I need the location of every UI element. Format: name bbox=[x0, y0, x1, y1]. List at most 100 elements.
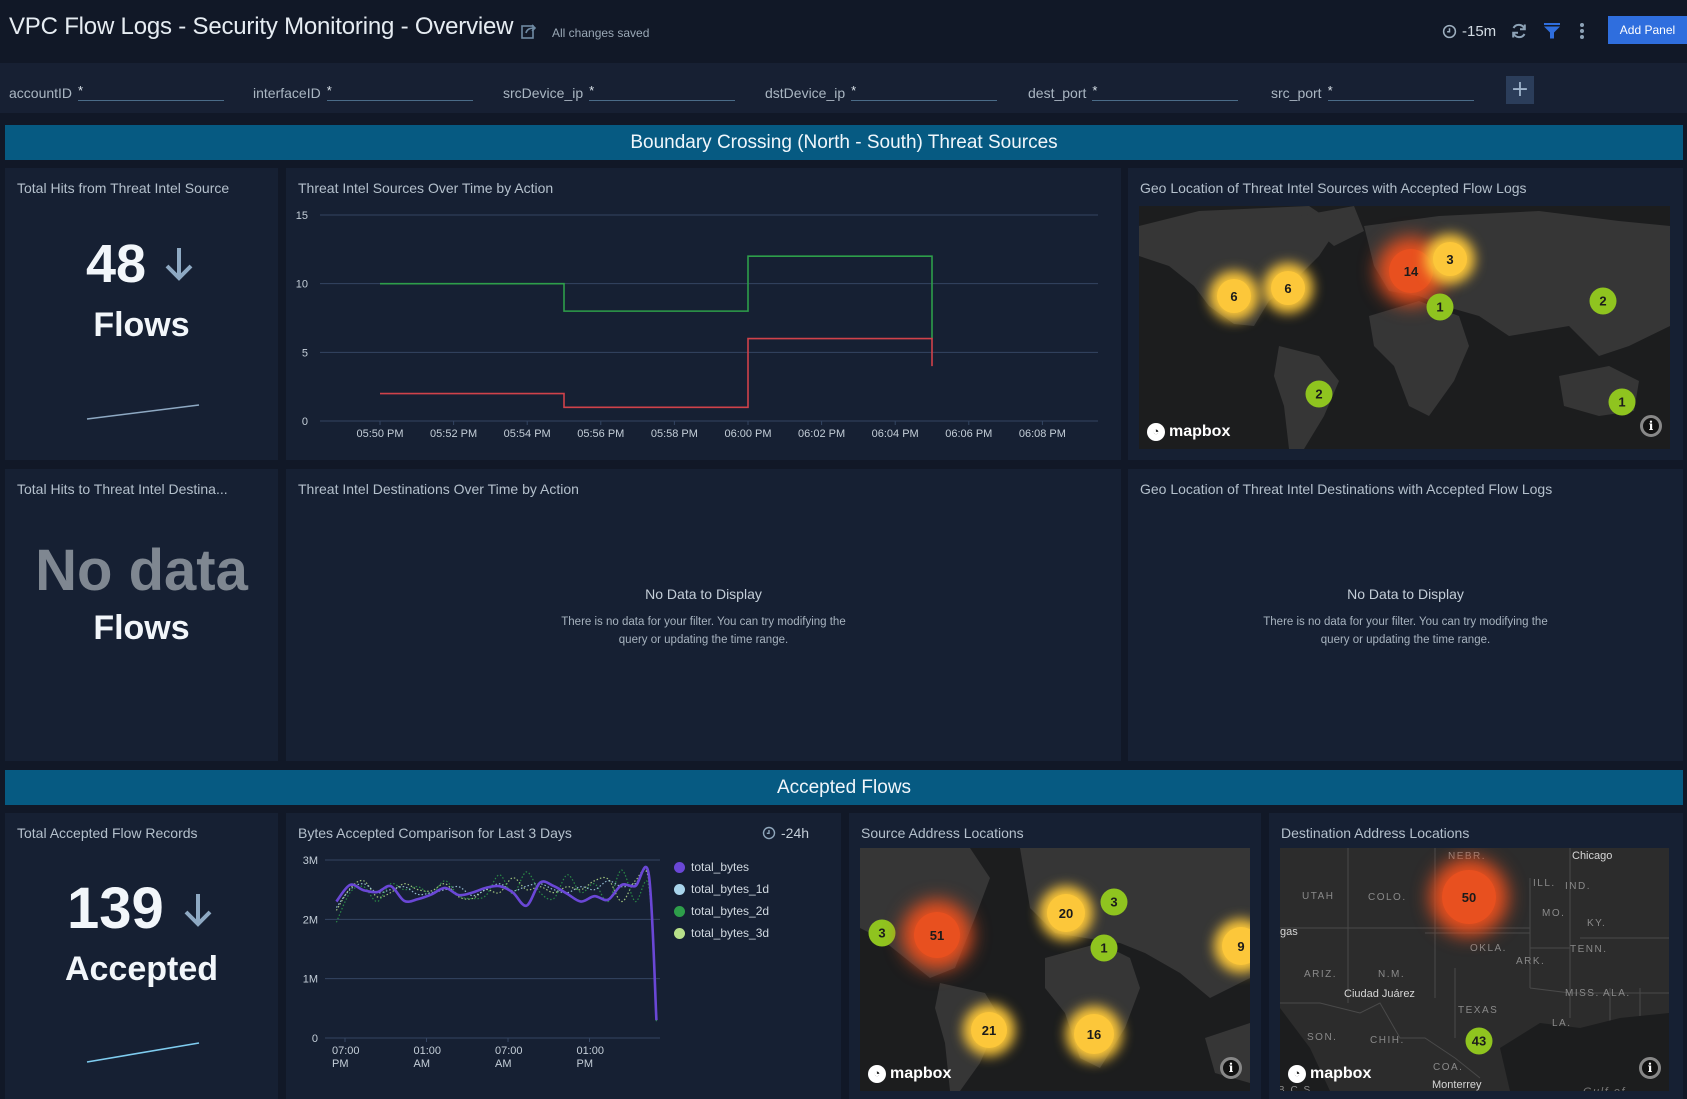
world-map[interactable]: ◔ mapbox i 3 51 20 3 1 9 21 16 bbox=[860, 848, 1250, 1091]
map-cluster-marker[interactable]: 2 bbox=[1589, 287, 1617, 315]
time-range-selector[interactable]: -15m bbox=[1442, 23, 1496, 40]
panel-total-hits-dest: Total Hits to Threat Intel Destina... No… bbox=[5, 469, 278, 761]
map-cluster-marker[interactable]: 2 bbox=[1305, 380, 1333, 408]
map-region-label: UTAH bbox=[1302, 891, 1335, 902]
panel-source-locations: Source Address Locations ◔ mapbox i 3 51 20… bbox=[849, 813, 1261, 1099]
clock-icon bbox=[1442, 24, 1457, 39]
map-cluster-marker[interactable]: 1 bbox=[1608, 388, 1636, 416]
panel-geo-sources: Geo Location of Threat Intel Sources wit… bbox=[1128, 168, 1683, 460]
map-region-label: CHIH. bbox=[1370, 1035, 1405, 1046]
y-tick-label: 10 bbox=[296, 279, 308, 291]
unit-label: Flows bbox=[93, 306, 190, 344]
filter-srcdevice-ip: srcDevice_ip bbox=[503, 79, 736, 101]
x-tick-label-ampm: AM bbox=[414, 1058, 431, 1070]
x-tick-label: 06:00 PM bbox=[724, 428, 771, 440]
legend-item[interactable]: total_bytes_2d bbox=[674, 904, 769, 918]
mapbox-text: mapbox bbox=[1169, 423, 1231, 440]
interfaceid-input[interactable] bbox=[326, 81, 473, 101]
filter-label: accountID bbox=[9, 85, 73, 101]
x-tick-label: 06:06 PM bbox=[945, 428, 992, 440]
mapbox-logo: ◔ mapbox bbox=[1288, 1065, 1371, 1083]
series-line-total_bytes_2d[interactable] bbox=[335, 869, 658, 1022]
map-cluster-marker[interactable]: 1 bbox=[1426, 293, 1454, 321]
map-info-icon[interactable]: i bbox=[1639, 1057, 1661, 1079]
map-cluster-marker[interactable]: 14 bbox=[1389, 249, 1433, 293]
x-tick-label: 05:56 PM bbox=[577, 428, 624, 440]
map-cluster-marker[interactable]: 20 bbox=[1047, 894, 1085, 932]
filter-bar: accountID interfaceID srcDevice_ip dstDe… bbox=[0, 63, 1687, 113]
x-tick-label: 07:00 bbox=[495, 1045, 523, 1057]
x-tick-label: 05:52 PM bbox=[430, 428, 477, 440]
filter-dstdevice-ip: dstDevice_ip bbox=[765, 79, 998, 101]
panel-title: Total Hits to Threat Intel Destina... bbox=[17, 481, 228, 497]
x-tick-label: 01:00 bbox=[577, 1045, 605, 1057]
map-cluster-marker[interactable]: 43 bbox=[1465, 1027, 1493, 1055]
panel-title: Geo Location of Threat Intel Destination… bbox=[1140, 481, 1553, 497]
map-land bbox=[1139, 206, 1670, 449]
legend-item[interactable]: total_bytes bbox=[674, 860, 749, 874]
filter-icon[interactable] bbox=[1543, 22, 1561, 40]
us-region-map[interactable]: NEBR. UTAH COLO. ILL. IND. MO. KY. OKLA. TENN. AR… bbox=[1280, 848, 1669, 1091]
dest-port-input[interactable] bbox=[1092, 81, 1239, 101]
y-tick-label: 3M bbox=[303, 855, 318, 867]
srcdevice-ip-input[interactable] bbox=[589, 81, 736, 101]
map-cluster-marker[interactable]: 1 bbox=[1090, 934, 1118, 962]
y-tick-label: 0 bbox=[312, 1033, 318, 1045]
x-tick-label: 05:54 PM bbox=[504, 428, 551, 440]
map-info-icon[interactable]: i bbox=[1640, 415, 1662, 437]
single-value: 48 bbox=[5, 233, 278, 295]
share-icon[interactable] bbox=[520, 22, 538, 40]
more-options-icon[interactable] bbox=[1576, 21, 1588, 41]
map-region-label: OKLA. bbox=[1470, 943, 1507, 954]
map-region-label: ARK. bbox=[1516, 956, 1546, 967]
y-tick-label: 1M bbox=[303, 974, 318, 986]
panel-title: Total Accepted Flow Records bbox=[17, 825, 198, 841]
legend-color-dot bbox=[674, 883, 685, 895]
dstdevice-ip-input[interactable] bbox=[851, 81, 998, 101]
src-port-input[interactable] bbox=[1327, 81, 1474, 101]
map-city-label: Monterrey bbox=[1432, 1079, 1482, 1091]
map-cluster-marker[interactable]: 16 bbox=[1074, 1014, 1114, 1054]
y-tick-label: 15 bbox=[296, 210, 308, 222]
accountid-input[interactable] bbox=[78, 81, 225, 101]
no-data-title: No Data to Display bbox=[645, 586, 762, 602]
filter-dest-port: dest_port bbox=[1028, 79, 1239, 101]
map-region-label: ALA. bbox=[1603, 988, 1631, 999]
map-cluster-marker[interactable]: 3 bbox=[868, 919, 896, 947]
map-region-label: IND. bbox=[1565, 881, 1591, 892]
dashboard-title: VPC Flow Logs - Security Monitoring - Ov… bbox=[9, 13, 514, 40]
map-cluster-marker[interactable]: 51 bbox=[914, 912, 960, 958]
mapbox-logo: ◔ mapbox bbox=[868, 1065, 951, 1083]
mapbox-text: mapbox bbox=[1310, 1065, 1372, 1082]
map-cluster-marker[interactable]: 6 bbox=[1271, 271, 1305, 305]
unit-label: Accepted bbox=[64, 950, 219, 988]
mapbox-text: mapbox bbox=[890, 1065, 952, 1082]
x-tick-label-ampm: PM bbox=[577, 1058, 594, 1070]
legend-item[interactable]: total_bytes_3d bbox=[674, 926, 769, 940]
add-filter-button[interactable]: + bbox=[1506, 76, 1534, 104]
map-region-label: N.M. bbox=[1378, 969, 1406, 980]
map-cluster-marker[interactable]: 3 bbox=[1433, 242, 1467, 276]
world-map[interactable]: ◔ mapbox i 6 6 14 3 1 2 2 1 bbox=[1139, 206, 1670, 449]
map-cluster-marker[interactable]: 50 bbox=[1442, 870, 1496, 924]
section-header-accepted-flows: Accepted Flows bbox=[5, 770, 1683, 805]
legend-label: total_bytes_2d bbox=[691, 904, 770, 918]
mapbox-icon: ◔ bbox=[1147, 423, 1165, 441]
add-panel-button[interactable]: Add Panel bbox=[1608, 16, 1687, 44]
y-tick-label: 5 bbox=[302, 347, 308, 359]
refresh-icon[interactable] bbox=[1510, 22, 1528, 40]
legend-item[interactable]: total_bytes_1d bbox=[674, 882, 769, 896]
x-tick-label: 05:58 PM bbox=[651, 428, 698, 440]
series-line-rejected[interactable] bbox=[380, 337, 933, 409]
map-info-icon[interactable]: i bbox=[1220, 1057, 1242, 1079]
panel-title: Total Hits from Threat Intel Source bbox=[17, 180, 230, 196]
map-cluster-marker[interactable]: 6 bbox=[1217, 279, 1251, 313]
map-cluster-marker[interactable]: 3 bbox=[1100, 888, 1128, 916]
legend-color-dot bbox=[674, 861, 685, 873]
panel-total-hits-source: Total Hits from Threat Intel Source 48 F… bbox=[5, 168, 278, 460]
map-cluster-marker[interactable]: 21 bbox=[971, 1012, 1007, 1048]
series-line-total_bytes[interactable] bbox=[335, 865, 658, 1021]
panel-title: Threat Intel Destinations Over Time by A… bbox=[298, 481, 579, 497]
map-city-label: gas bbox=[1280, 926, 1298, 938]
series-line-accepted[interactable] bbox=[380, 255, 933, 339]
